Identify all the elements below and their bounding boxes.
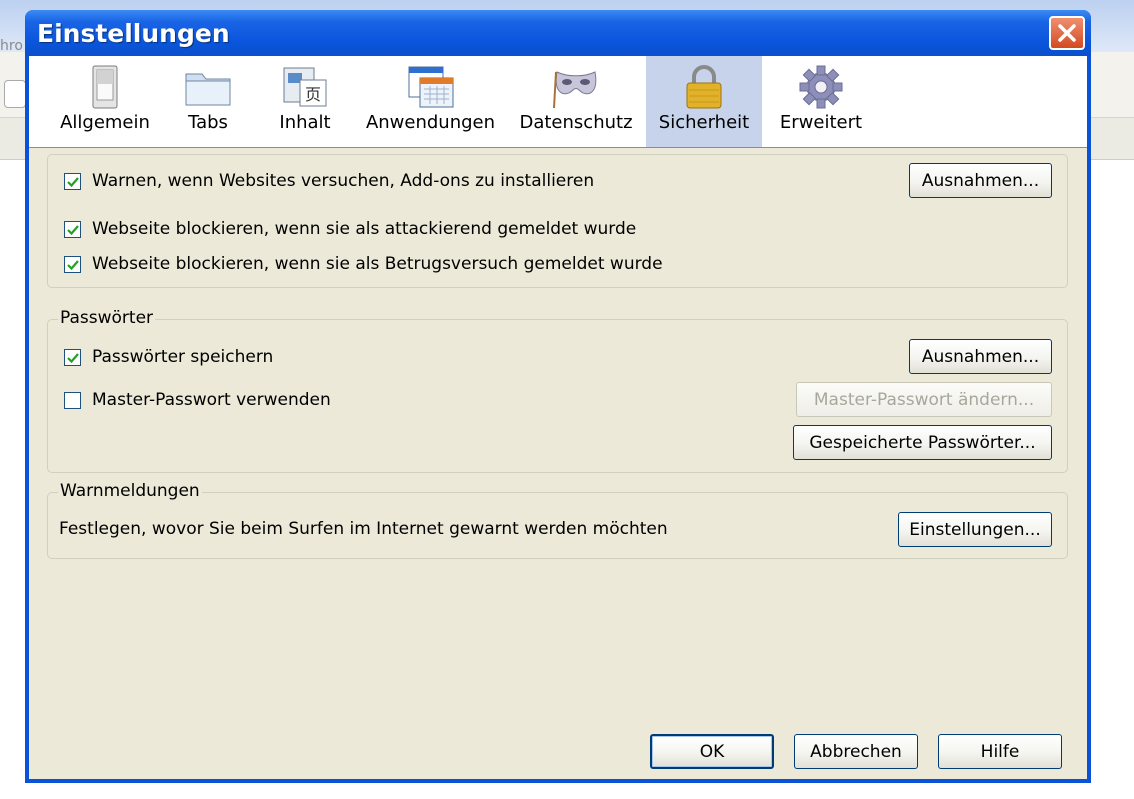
save-passwords-checkbox[interactable] — [64, 348, 81, 366]
pane-erweitert[interactable]: Erweitert — [773, 56, 869, 147]
pane-tabs[interactable]: Tabs — [175, 56, 241, 147]
pane-allgemein[interactable]: Allgemein — [53, 56, 157, 147]
pane-label: Datenschutz — [519, 112, 633, 133]
check-mark-icon — [67, 352, 79, 363]
save-passwords-label: Passwörter speichern — [92, 347, 274, 367]
block-attack-label: Webseite blockieren, wenn sie als attack… — [92, 219, 637, 239]
master-password-checkbox-row[interactable]: Master-Passwort verwenden — [64, 390, 331, 410]
pane-label: Inhalt — [279, 112, 331, 133]
warnings-legend: Warnmeldungen — [58, 481, 202, 501]
block-attack-checkbox[interactable] — [64, 220, 81, 238]
pane-label: Erweitert — [779, 112, 863, 133]
warnings-group: Warnmeldungen Festlegen, wovor Sie beim … — [47, 481, 1068, 559]
block-forgery-label: Webseite blockieren, wenn sie als Betrug… — [92, 254, 663, 274]
password-exceptions-button[interactable]: Ausnahmen... — [909, 339, 1052, 374]
pane-label: Anwendungen — [365, 112, 496, 133]
ok-button[interactable]: OK — [650, 734, 774, 769]
addon-warning-label: Warnen, wenn Websites versuchen, Add-ons… — [92, 171, 595, 191]
save-passwords-checkbox-row[interactable]: Passwörter speichern — [64, 347, 273, 367]
master-password-label: Master-Passwort verwenden — [92, 390, 331, 410]
addon-warning-checkbox-row[interactable]: Warnen, wenn Websites versuchen, Add-ons… — [64, 171, 594, 191]
pane-inhalt[interactable]: 页 Inhalt — [270, 56, 340, 147]
block-attack-checkbox-row[interactable]: Webseite blockieren, wenn sie als attack… — [64, 219, 636, 239]
privacy-mask-icon — [553, 71, 597, 109]
check-mark-icon — [67, 259, 79, 270]
pane-toolbar: Allgemein Tabs 页 Inhalt Anwendungen Date… — [29, 56, 1087, 148]
pane-label: Allgemein — [60, 112, 150, 133]
background-nav-button[interactable] — [4, 80, 26, 108]
warnings-description: Festlegen, wovor Sie beim Surfen im Inte… — [59, 519, 668, 539]
svg-text:页: 页 — [305, 85, 321, 104]
master-password-checkbox[interactable] — [64, 391, 81, 409]
gear-icon — [799, 65, 843, 109]
pane-datenschutz[interactable]: Datenschutz — [516, 56, 636, 147]
addon-exceptions-button[interactable]: Ausnahmen... — [909, 163, 1052, 198]
security-pane-content: Warnen, wenn Websites versuchen, Add-ons… — [29, 148, 1087, 779]
dialog-titlebar[interactable]: Einstellungen — [25, 10, 1091, 56]
folder-tabs-icon — [185, 73, 231, 106]
check-mark-icon — [67, 176, 79, 187]
dialog-bottom-frame — [25, 779, 1091, 783]
content-page-icon: 页 — [283, 67, 327, 107]
settings-dialog: Einstellungen Allgemein Tabs 页 Inhalt An… — [25, 10, 1091, 783]
security-general-group: Warnen, wenn Websites versuchen, Add-ons… — [47, 154, 1068, 288]
block-forgery-checkbox-row[interactable]: Webseite blockieren, wenn sie als Betrug… — [64, 254, 663, 274]
passwords-group: Passwörter Passwörter speichern Ausnahme… — [47, 308, 1068, 473]
pane-label: Tabs — [188, 112, 228, 133]
padlock-icon — [686, 65, 722, 109]
pane-label: Sicherheit — [658, 112, 750, 133]
check-mark-icon — [67, 224, 79, 235]
saved-passwords-button[interactable]: Gespeicherte Passwörter... — [793, 425, 1052, 460]
addon-warning-checkbox[interactable] — [64, 172, 81, 190]
switch-icon — [92, 65, 118, 109]
applications-window-icon — [408, 66, 453, 108]
help-button[interactable]: Hilfe — [938, 734, 1062, 769]
passwords-legend: Passwörter — [58, 308, 156, 328]
pane-sicherheit[interactable]: Sicherheit — [646, 56, 762, 147]
block-forgery-checkbox[interactable] — [64, 255, 81, 273]
change-master-password-button[interactable]: Master-Passwort ändern... — [796, 382, 1052, 417]
close-icon — [1058, 24, 1076, 42]
warning-settings-button[interactable]: Einstellungen... — [898, 512, 1052, 547]
dialog-title: Einstellungen — [37, 19, 230, 48]
close-button[interactable] — [1049, 16, 1085, 50]
cancel-button[interactable]: Abbrechen — [794, 734, 918, 769]
pane-anwendungen[interactable]: Anwendungen — [363, 56, 498, 147]
